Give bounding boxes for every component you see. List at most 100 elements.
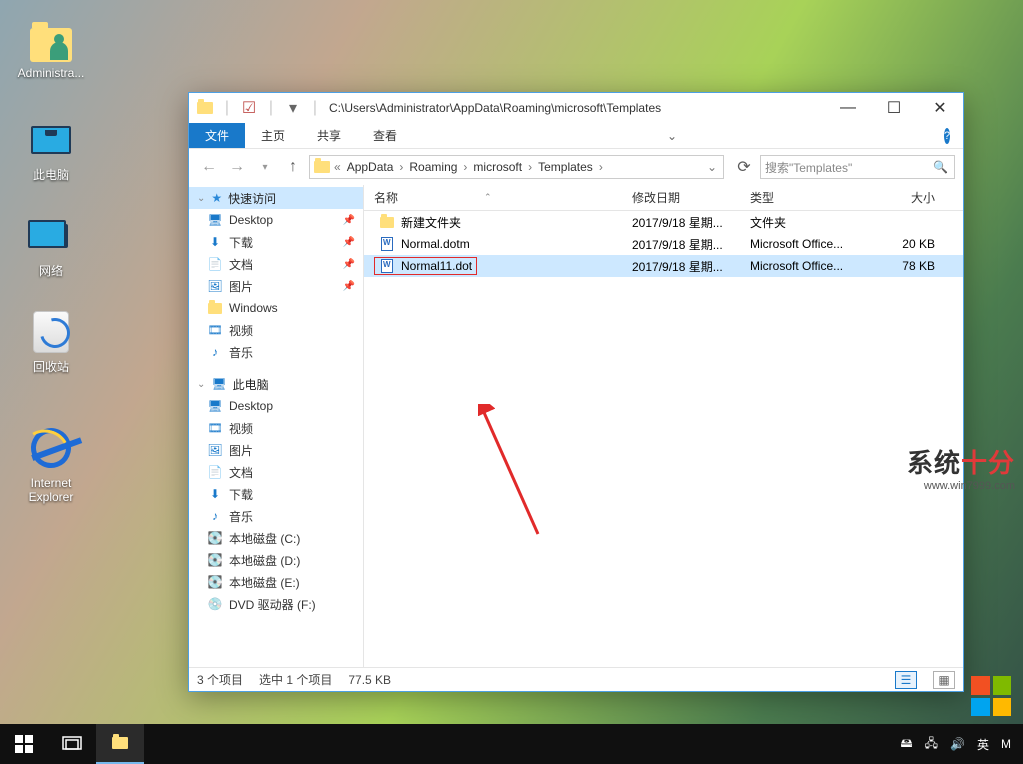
column-size[interactable]: 大小 — [856, 189, 963, 206]
breadcrumb-seg[interactable]: AppData — [345, 160, 396, 174]
sidebar-item-disk-d[interactable]: 💽本地磁盘 (D:) — [189, 549, 363, 571]
tab-share[interactable]: 共享 — [301, 123, 357, 148]
breadcrumb-seg[interactable]: Roaming — [407, 160, 459, 174]
sidebar-item-desktop[interactable]: 🖥Desktop — [189, 395, 363, 417]
table-row[interactable]: Normal.dotm 2017/9/18 星期... Microsoft Of… — [364, 233, 963, 255]
maximize-button[interactable]: ☐ — [871, 93, 917, 123]
word-doc-icon — [379, 236, 395, 252]
file-size: 78 KB — [856, 259, 963, 273]
taskbar[interactable]: 🖴 🖧 🔊 英 M — [0, 724, 1023, 764]
nav-pane[interactable]: ⌄ ★ 快速访问 🖥Desktop📌 ⬇下载📌 📄文档📌 🖼图片📌 Window… — [189, 185, 364, 667]
status-selection-size: 77.5 KB — [348, 673, 391, 687]
tab-view[interactable]: 查看 — [357, 123, 413, 148]
breadcrumb-seg[interactable]: microsoft — [471, 160, 524, 174]
qat-overflow[interactable]: ▾ — [285, 100, 301, 116]
sidebar-header-label: 快速访问 — [228, 190, 276, 207]
sidebar-item-videos[interactable]: 🎞视频 — [189, 417, 363, 439]
desktop-icon-label: 网络 — [12, 264, 90, 278]
nav-history-button[interactable]: ▾ — [253, 155, 277, 179]
folder-icon — [379, 214, 395, 230]
chevron-right-icon[interactable]: › — [526, 160, 534, 174]
sidebar-item-dvd[interactable]: 💿DVD 驱动器 (F:) — [189, 593, 363, 615]
sidebar-item-windows[interactable]: Windows — [189, 297, 363, 319]
column-date[interactable]: 修改日期 — [622, 189, 740, 206]
titlebar[interactable]: | ☑ | ▾ | C:\Users\Administrator\AppData… — [189, 93, 963, 123]
nav-forward-button: → — [225, 155, 249, 179]
sidebar-item-music[interactable]: ♪音乐 — [189, 341, 363, 363]
chevron-right-icon[interactable]: › — [461, 160, 469, 174]
tab-file[interactable]: 文件 — [189, 123, 245, 148]
sidebar-item-pictures[interactable]: 🖼图片 — [189, 439, 363, 461]
breadcrumb-dropdown[interactable]: ⌄ — [705, 160, 719, 174]
sidebar-item-pictures[interactable]: 🖼图片📌 — [189, 275, 363, 297]
sidebar-quick-access[interactable]: ⌄ ★ 快速访问 — [189, 187, 363, 209]
chevron-right-icon[interactable]: › — [597, 160, 605, 174]
nav-up-button[interactable]: ↑ — [281, 155, 305, 179]
desktop-icon-admin[interactable]: Administra... — [12, 22, 90, 80]
desktop-icon-recyclebin[interactable]: 回收站 — [12, 308, 90, 374]
sidebar-item-desktop[interactable]: 🖥Desktop📌 — [189, 209, 363, 231]
help-button[interactable]: ? — [931, 123, 963, 148]
search-input[interactable]: 搜索"Templates" 🔍 — [760, 155, 955, 179]
sidebar-item-documents[interactable]: 📄文档📌 — [189, 253, 363, 275]
folder-icon — [314, 159, 330, 175]
folder-icon — [112, 737, 128, 749]
refresh-button[interactable]: ⟳ — [732, 155, 756, 179]
qat-sep: | — [263, 100, 279, 116]
tab-home[interactable]: 主页 — [245, 123, 301, 148]
word-doc-icon — [379, 258, 395, 274]
breadcrumb[interactable]: « AppData› Roaming› microsoft› Templates… — [309, 155, 724, 179]
watermark: 系统十分 www.win7999.com — [907, 443, 1015, 492]
view-details-button[interactable]: ☰ — [895, 671, 917, 689]
desktop-icon-label: 回收站 — [12, 360, 90, 374]
desktop-icon-label: Internet Explorer — [12, 476, 90, 504]
highlight-box: Normal11.dot — [374, 257, 477, 275]
view-large-icons-button[interactable]: ▦ — [933, 671, 955, 689]
minimize-button[interactable]: — — [825, 93, 871, 123]
column-type[interactable]: 类型 — [740, 189, 856, 206]
window-title: C:\Users\Administrator\AppData\Roaming\m… — [329, 101, 825, 115]
file-name: 新建文件夹 — [401, 214, 461, 231]
nav-back-button[interactable]: ← — [197, 155, 221, 179]
column-name[interactable]: 名称⌃ — [364, 189, 622, 206]
file-size: 20 KB — [856, 237, 963, 251]
start-button[interactable] — [0, 724, 48, 764]
tray-volume-icon[interactable]: 🔊 — [950, 737, 965, 751]
pin-icon: 📌 — [343, 237, 355, 248]
tray-device-icon[interactable]: 🖴 — [901, 734, 913, 755]
chevron-right-icon[interactable]: › — [397, 160, 405, 174]
status-item-count: 3 个项目 — [197, 671, 243, 688]
desktop-icon-network[interactable]: 网络 — [12, 212, 90, 278]
chevron-down-icon: ⌄ — [197, 379, 205, 390]
sidebar-item-documents[interactable]: 📄文档 — [189, 461, 363, 483]
file-type: Microsoft Office... — [740, 237, 856, 251]
breadcrumb-seg[interactable]: Templates — [536, 160, 595, 174]
properties-icon[interactable]: ☑ — [241, 100, 257, 116]
chevron-down-icon: ⌄ — [197, 193, 205, 204]
taskbar-file-explorer[interactable] — [96, 724, 144, 764]
table-row-selected[interactable]: Normal11.dot 2017/9/18 星期... Microsoft O… — [364, 255, 963, 277]
desktop-icon-thispc[interactable]: 此电脑 — [12, 116, 90, 182]
tray-ime2[interactable]: M — [1001, 737, 1011, 751]
close-button[interactable]: ✕ — [917, 93, 963, 123]
breadcrumb-root[interactable]: « — [332, 160, 343, 174]
column-headers[interactable]: 名称⌃ 修改日期 类型 大小 — [364, 185, 963, 211]
table-row[interactable]: 新建文件夹 2017/9/18 星期... 文件夹 — [364, 211, 963, 233]
pin-icon: 📌 — [343, 215, 355, 226]
sidebar-thispc[interactable]: ⌄ 🖥 此电脑 — [189, 373, 363, 395]
system-tray[interactable]: 🖴 🖧 🔊 英 M — [901, 734, 1023, 755]
microsoft-logo-icon — [971, 676, 1011, 716]
sidebar-item-music[interactable]: ♪音乐 — [189, 505, 363, 527]
task-view-button[interactable] — [48, 724, 96, 764]
desktop-icon-ie[interactable]: Internet Explorer — [12, 424, 90, 504]
sidebar-item-downloads[interactable]: ⬇下载📌 — [189, 231, 363, 253]
file-list[interactable]: 名称⌃ 修改日期 类型 大小 新建文件夹 2017/9/18 星期... 文件夹… — [364, 185, 963, 667]
ribbon-expand[interactable]: ⌄ — [656, 123, 688, 148]
sidebar-item-disk-c[interactable]: 💽本地磁盘 (C:) — [189, 527, 363, 549]
sidebar-item-videos[interactable]: 🎞视频 — [189, 319, 363, 341]
sidebar-item-downloads[interactable]: ⬇下载 — [189, 483, 363, 505]
tray-ime1[interactable]: 英 — [977, 736, 989, 753]
file-name: Normal.dotm — [401, 237, 470, 251]
sidebar-item-disk-e[interactable]: 💽本地磁盘 (E:) — [189, 571, 363, 593]
tray-network-icon[interactable]: 🖧 — [925, 734, 938, 755]
